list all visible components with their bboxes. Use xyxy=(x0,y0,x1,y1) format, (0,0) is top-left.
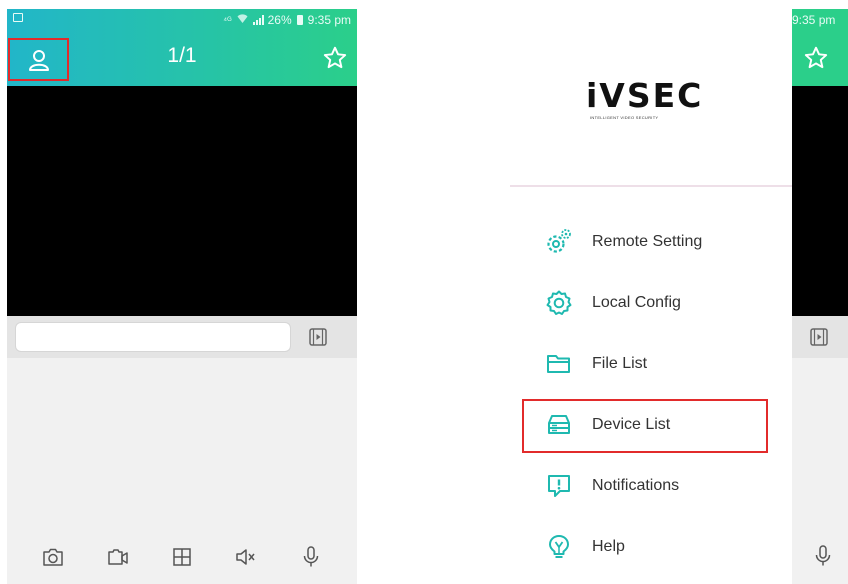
talk-button[interactable] xyxy=(812,544,838,570)
status-time: 9:35 pm xyxy=(307,13,351,27)
microphone-icon xyxy=(815,545,831,566)
menu-item-device-list[interactable]: Device List xyxy=(510,394,792,455)
grid-icon xyxy=(173,548,191,566)
logo-text: iVSEC xyxy=(586,76,704,115)
menu-label: Help xyxy=(592,537,625,555)
top-bar: 1/1 xyxy=(7,31,357,86)
menu-label: Local Config xyxy=(592,293,681,311)
playback-button[interactable] xyxy=(810,328,828,346)
snapshot-button[interactable] xyxy=(40,544,66,570)
brand-logo: iVSEC INTELLIGENT VIDEO SECURITY xyxy=(586,76,718,121)
menu-label: Notifications xyxy=(592,476,680,494)
gallery-notification-icon xyxy=(13,13,23,22)
battery-icon xyxy=(296,15,303,25)
screenshot-stage: ⁴ᴳ 26% 9:35 pm 1/1 iVSEC INTELLIGENT VID… xyxy=(0,0,848,584)
signal-icon xyxy=(252,15,264,25)
microphone-icon xyxy=(303,546,318,567)
star-icon xyxy=(323,46,347,69)
logo-tagline: INTELLIGENT VIDEO SECURITY xyxy=(590,115,659,120)
menu-item-remote-setting[interactable]: Remote Setting xyxy=(510,211,792,272)
gear-icon xyxy=(545,289,573,317)
menu-item-notifications[interactable]: Notifications xyxy=(510,455,792,516)
star-icon xyxy=(804,46,828,69)
status-bar: ⁴ᴳ 26% 9:35 pm xyxy=(7,9,357,31)
remote-gear-icon xyxy=(545,228,573,256)
mute-icon xyxy=(236,549,255,565)
drawer-divider xyxy=(510,185,792,187)
navigation-drawer: iVSEC INTELLIGENT VIDEO SECURITY Remote … xyxy=(510,9,792,584)
record-icon xyxy=(107,549,128,565)
live-view-screen-partial: 9:35 pm xyxy=(792,9,848,584)
playback-button[interactable] xyxy=(309,328,327,346)
talk-button[interactable] xyxy=(298,544,324,570)
network-type-icon: ⁴ᴳ xyxy=(223,14,232,25)
stream-controls xyxy=(792,316,848,358)
menu-label: Device List xyxy=(592,415,671,433)
status-time: 9:35 pm xyxy=(792,13,836,27)
record-button[interactable] xyxy=(105,544,131,570)
menu-item-help[interactable]: Help xyxy=(510,516,792,577)
drawer-menu: Remote Setting Local Config File List De… xyxy=(510,211,792,577)
stream-controls xyxy=(7,316,357,358)
bottom-toolbar xyxy=(7,530,357,584)
live-view-screen: ⁴ᴳ 26% 9:35 pm 1/1 xyxy=(7,9,357,584)
playback-icon xyxy=(309,328,327,346)
stream-selector-field[interactable] xyxy=(15,322,291,352)
playback-icon xyxy=(810,328,828,346)
menu-label: Remote Setting xyxy=(592,232,703,250)
camera-icon xyxy=(43,548,63,566)
device-icon xyxy=(545,411,573,439)
menu-item-local-config[interactable]: Local Config xyxy=(510,272,792,333)
live-video-pane[interactable] xyxy=(7,86,357,316)
live-video-pane[interactable] xyxy=(792,86,848,316)
favorite-button[interactable] xyxy=(803,45,829,71)
folder-icon xyxy=(545,350,573,378)
help-icon xyxy=(545,533,573,561)
split-screen-button[interactable] xyxy=(169,544,195,570)
favorite-button[interactable] xyxy=(322,45,348,71)
audio-toggle-button[interactable] xyxy=(233,544,259,570)
menu-label: File List xyxy=(592,354,648,372)
battery-percent: 26% xyxy=(267,13,292,27)
page-counter: 1/1 xyxy=(167,44,197,67)
menu-item-file-list[interactable]: File List xyxy=(510,333,792,394)
wifi-icon xyxy=(237,13,248,27)
notification-icon xyxy=(545,472,573,500)
